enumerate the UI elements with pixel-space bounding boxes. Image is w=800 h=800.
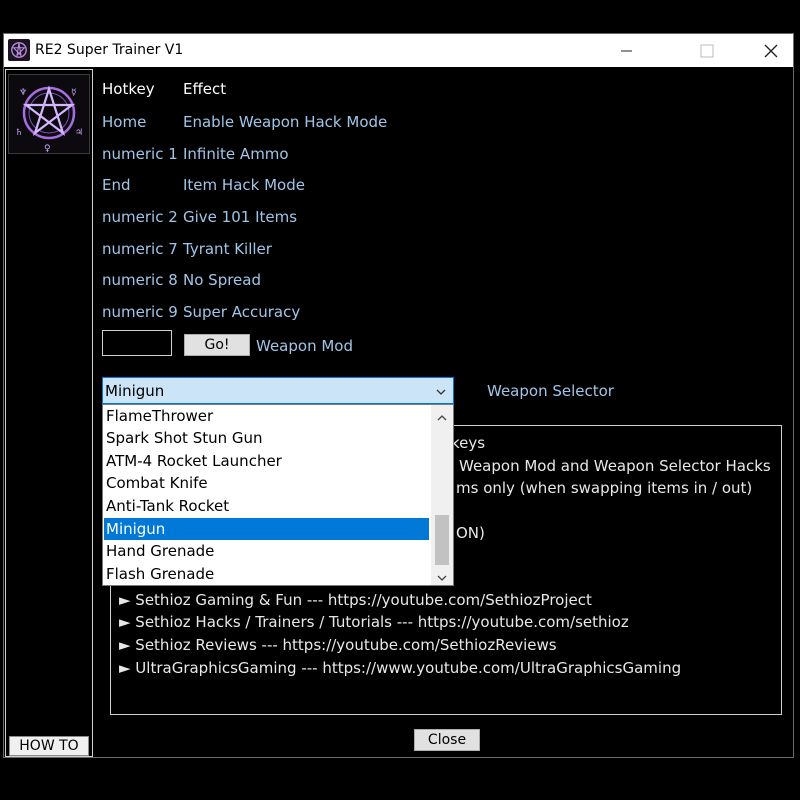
hotkey-effect: Super Accuracy xyxy=(183,303,301,321)
pentagram-logo-icon: ♆ ☿ ♄ ♃ ♀ xyxy=(8,74,90,154)
close-window-button[interactable] xyxy=(748,34,794,67)
info-link: ► Sethioz Reviews --- https://youtube.co… xyxy=(119,636,557,654)
weapon-mod-label: Weapon Mod xyxy=(256,337,353,355)
title-bar[interactable]: RE2 Super Trainer V1 xyxy=(4,34,793,67)
info-line: ON) xyxy=(456,524,485,542)
chevron-up-icon[interactable] xyxy=(435,409,449,428)
maximize-button[interactable] xyxy=(684,34,730,67)
info-line: keys xyxy=(451,434,486,452)
info-link: ► Sethioz Gaming & Fun --- https://youtu… xyxy=(119,591,592,609)
minimize-button[interactable] xyxy=(604,34,650,67)
dropdown-scrollbar[interactable] xyxy=(431,405,453,585)
hotkey-effect: No Spread xyxy=(183,271,261,289)
close-button[interactable]: Close xyxy=(414,729,480,751)
hotkey-key: numeric 9 xyxy=(102,303,178,321)
info-link: ► Sethioz Hacks / Trainers / Tutorials -… xyxy=(119,613,629,631)
effect-column-header: Effect xyxy=(183,80,227,98)
svg-text:♆: ♆ xyxy=(19,88,27,98)
hotkey-effect: Infinite Ammo xyxy=(183,145,289,163)
svg-text:♃: ♃ xyxy=(75,128,83,138)
dropdown-option[interactable]: Flash Grenade xyxy=(104,563,429,585)
dropdown-option[interactable]: Anti-Tank Rocket xyxy=(104,495,429,517)
dropdown-option[interactable]: ATM-4 Rocket Launcher xyxy=(104,450,429,472)
dropdown-option[interactable]: FlameThrower xyxy=(104,405,429,427)
hotkey-column-header: Hotkey xyxy=(102,80,155,98)
info-line: ms only (when swapping items in / out) xyxy=(456,479,753,497)
dropdown-option[interactable]: Hand Grenade xyxy=(104,540,429,562)
weapon-selector-options[interactable]: FlameThrower Spark Shot Stun Gun ATM-4 R… xyxy=(102,404,454,586)
close-icon xyxy=(764,44,778,57)
weapon-selector-dropdown[interactable]: Minigun xyxy=(102,377,454,404)
dropdown-option[interactable]: Combat Knife xyxy=(104,472,429,494)
weapon-selector-label: Weapon Selector xyxy=(487,382,614,400)
chevron-down-icon[interactable] xyxy=(435,569,449,585)
trainer-window: RE2 Super Trainer V1 ♆ ☿ ♄ ♃ ♀ HOW TO Ho… xyxy=(3,33,794,758)
info-link: ► UltraGraphicsGaming --- https://www.yo… xyxy=(119,659,682,677)
info-line: Weapon Mod and Weapon Selector Hacks xyxy=(459,457,771,475)
sidebar: ♆ ☿ ♄ ♃ ♀ HOW TO xyxy=(5,69,93,757)
go-button[interactable]: Go! xyxy=(184,334,250,356)
svg-text:☿: ☿ xyxy=(71,88,77,98)
hotkey-key: numeric 1 xyxy=(102,145,178,163)
hotkey-effect: Item Hack Mode xyxy=(183,176,305,194)
weapon-mod-input[interactable] xyxy=(102,330,172,356)
dropdown-option-selected[interactable]: Minigun xyxy=(104,518,429,540)
pentagram-app-icon xyxy=(8,39,30,61)
hotkey-effect: Give 101 Items xyxy=(183,208,298,226)
window-title: RE2 Super Trainer V1 xyxy=(35,42,184,58)
svg-text:♄: ♄ xyxy=(15,128,23,138)
hotkey-effect: Tyrant Killer xyxy=(183,240,272,258)
hotkey-key: Home xyxy=(102,113,147,131)
scrollbar-thumb[interactable] xyxy=(435,515,449,565)
hotkey-key: End xyxy=(102,176,131,194)
how-to-button[interactable]: HOW TO xyxy=(9,736,89,756)
hotkey-key: numeric 7 xyxy=(102,240,178,258)
dropdown-option[interactable]: Spark Shot Stun Gun xyxy=(104,427,429,449)
chevron-down-icon xyxy=(435,383,447,402)
svg-text:♀: ♀ xyxy=(44,144,51,153)
hotkey-effect: Enable Weapon Hack Mode xyxy=(183,113,388,131)
hotkey-key: numeric 8 xyxy=(102,271,178,289)
weapon-selector-value: Minigun xyxy=(105,382,165,400)
hotkey-key: numeric 2 xyxy=(102,208,178,226)
